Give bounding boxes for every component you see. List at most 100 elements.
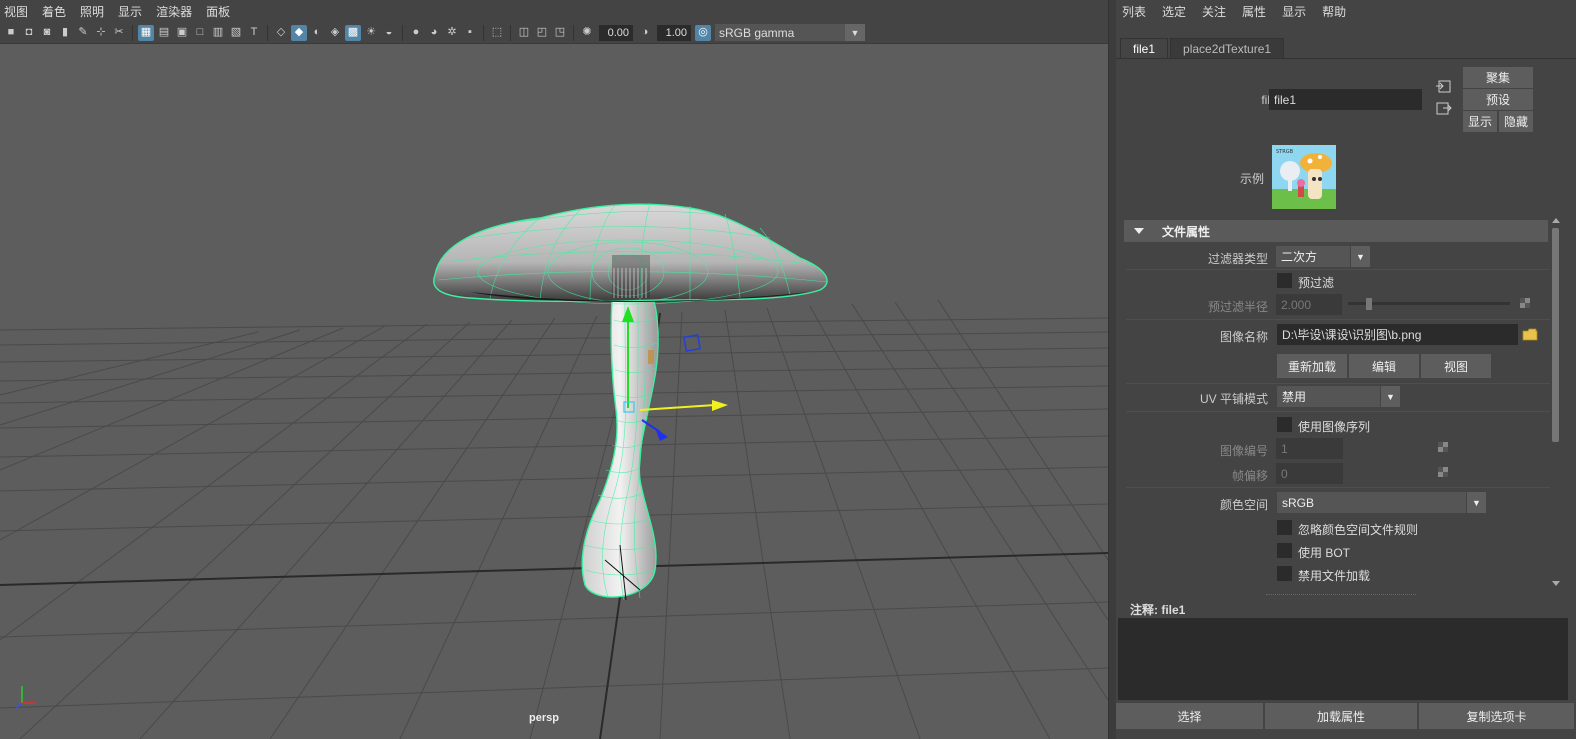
menu-attributes[interactable]: 属性: [1242, 3, 1266, 20]
image-plane-icon[interactable]: ▮: [57, 25, 73, 41]
filter-type-dropdown[interactable]: 二次方 ▼: [1276, 246, 1370, 267]
use-all-lights-icon[interactable]: ☀: [363, 25, 379, 41]
presets-button[interactable]: 预设: [1463, 89, 1533, 110]
xray-joints-icon[interactable]: ◰: [534, 25, 550, 41]
folder-icon[interactable]: [1522, 328, 1538, 341]
input-connections-icon[interactable]: [1436, 80, 1452, 94]
film-gate-toggle-icon[interactable]: ▤: [156, 25, 172, 41]
view-button[interactable]: 视图: [1421, 354, 1491, 378]
row-divider: [1126, 383, 1554, 384]
screen-space-ao-icon[interactable]: ●: [408, 25, 424, 41]
node-tabs: file1 place2dTexture1: [1120, 38, 1286, 58]
copy-tab-button[interactable]: 复制选项卡: [1419, 703, 1574, 729]
notes-node-name: file1: [1161, 603, 1186, 617]
exposure-field[interactable]: 0.00: [599, 24, 633, 41]
viewport-panel[interactable]: 视图 着色 照明 显示 渲染器 面板 ■ ◘ ◙ ▮ ✎ ⊹ ✂ ▦ ▤ ▣ □…: [0, 0, 1108, 739]
menu-list[interactable]: 列表: [1122, 3, 1146, 20]
file-attributes-section-header[interactable]: 文件属性: [1124, 220, 1548, 242]
gamma-field[interactable]: 1.00: [657, 24, 691, 41]
color-space-dropdown[interactable]: sRGB ▼: [1277, 492, 1486, 513]
attribute-scrollbar[interactable]: [1550, 214, 1562, 590]
notes-drag-handle[interactable]: [1266, 594, 1416, 595]
resolution-gate-icon[interactable]: ▣: [174, 25, 190, 41]
menu-selected[interactable]: 选定: [1162, 3, 1186, 20]
menu-focus[interactable]: 关注: [1202, 3, 1226, 20]
prefilter-radius-field: 2.000: [1276, 294, 1342, 315]
menu-shading[interactable]: 着色: [42, 3, 66, 20]
isolate-select-icon[interactable]: ⬚: [489, 25, 505, 41]
texture-preview-caption: STRGB: [1276, 149, 1294, 155]
tab-file1[interactable]: file1: [1120, 38, 1169, 58]
motion-blur-icon[interactable]: ◕: [426, 25, 442, 41]
grid-icon[interactable]: ▦: [138, 24, 154, 41]
prefilter-radius-slider: [1348, 302, 1510, 305]
show-button[interactable]: 显示: [1463, 111, 1497, 132]
color-space-value: sRGB: [1282, 495, 1315, 510]
grease-pencil-icon[interactable]: ✎: [75, 25, 91, 41]
node-name-field[interactable]: file1: [1269, 89, 1422, 110]
bookmarks-icon[interactable]: ◙: [39, 25, 55, 41]
tab-place2dtexture1[interactable]: place2dTexture1: [1170, 38, 1285, 58]
menu-renderer[interactable]: 渲染器: [156, 3, 192, 20]
smooth-shade-icon[interactable]: ◆: [291, 24, 307, 41]
menu-view[interactable]: 视图: [4, 3, 28, 20]
shadows-icon[interactable]: ◒: [381, 25, 397, 41]
uv-tiling-mode-dropdown[interactable]: 禁用 ▼: [1277, 386, 1400, 407]
depth-of-field-icon[interactable]: ▪: [462, 25, 478, 41]
output-connections-icon[interactable]: [1436, 102, 1452, 116]
select-button[interactable]: 选择: [1116, 703, 1263, 729]
map-button-icon: [1438, 467, 1448, 477]
menu-panels[interactable]: 面板: [206, 3, 230, 20]
prefilter-checkbox[interactable]: [1277, 273, 1292, 288]
scroll-down-arrow-icon[interactable]: [1552, 581, 1560, 586]
focus-button[interactable]: 聚集: [1463, 67, 1533, 88]
toolbar-divider: [483, 24, 484, 41]
scrollbar-thumb[interactable]: [1552, 228, 1559, 442]
textured-icon[interactable]: ▩: [345, 24, 361, 41]
menu-show[interactable]: 显示: [118, 3, 142, 20]
wireframe-on-shaded-icon[interactable]: ◈: [327, 25, 343, 41]
menu-show[interactable]: 显示: [1282, 3, 1306, 20]
wireframe-icon[interactable]: ◇: [273, 25, 289, 41]
row-divider: [1126, 269, 1554, 270]
exposure-icon[interactable]: ✺: [579, 25, 595, 41]
color-space-label: 颜色空间: [1219, 498, 1268, 512]
image-name-field[interactable]: D:\毕设\课设\识别图\b.png: [1277, 324, 1518, 345]
toolbar-divider: [402, 24, 403, 41]
anti-aliasing-icon[interactable]: ✲: [444, 25, 460, 41]
scroll-up-arrow-icon[interactable]: [1552, 218, 1560, 223]
menu-lighting[interactable]: 照明: [80, 3, 104, 20]
color-management-icon[interactable]: ◎: [695, 24, 711, 41]
uv-tiling-mode-label: UV 平铺模式: [1199, 392, 1268, 406]
select-camera-icon[interactable]: ■: [3, 25, 19, 41]
hide-button[interactable]: 隐藏: [1499, 111, 1533, 132]
view-transform-dropdown[interactable]: sRGB gamma ▼: [715, 24, 865, 41]
reload-button[interactable]: 重新加载: [1277, 354, 1347, 378]
notes-textarea[interactable]: [1118, 618, 1568, 700]
field-chart-icon[interactable]: ▥: [210, 25, 226, 41]
3d-scene[interactable]: [0, 44, 1108, 739]
disable-file-load-checkbox[interactable]: [1277, 566, 1292, 581]
xray-icon[interactable]: ◫: [516, 25, 532, 41]
xray-components-icon[interactable]: ◳: [552, 25, 568, 41]
texture-sample-thumbnail[interactable]: STRGB: [1272, 145, 1336, 209]
camera-attributes-icon[interactable]: ◘: [21, 25, 37, 41]
panel-splitter[interactable]: [1108, 0, 1116, 739]
edit-button[interactable]: 编辑: [1349, 354, 1419, 378]
use-image-sequence-checkbox[interactable]: [1277, 417, 1292, 432]
2d-pan-zoom-icon[interactable]: ⊹: [93, 25, 109, 41]
film-gate-icon[interactable]: ✂: [111, 25, 127, 41]
ignore-color-space-rules-checkbox[interactable]: [1277, 520, 1292, 535]
safe-action-icon[interactable]: ▧: [228, 25, 244, 41]
use-bot-label: 使用 BOT: [1298, 546, 1351, 560]
row-divider: [1126, 411, 1554, 412]
chevron-down-icon: ▼: [845, 24, 865, 41]
load-attributes-button[interactable]: 加载属性: [1265, 703, 1417, 729]
menu-help[interactable]: 帮助: [1322, 3, 1346, 20]
gate-mask-icon[interactable]: □: [192, 25, 208, 41]
default-material-icon[interactable]: ◐: [309, 25, 325, 41]
use-bot-checkbox[interactable]: [1277, 543, 1292, 558]
attribute-editor-menubar: 列表 选定 关注 属性 显示 帮助: [1116, 0, 1576, 22]
safe-title-icon[interactable]: T: [246, 25, 262, 41]
gamma-icon[interactable]: ◑: [637, 25, 653, 41]
